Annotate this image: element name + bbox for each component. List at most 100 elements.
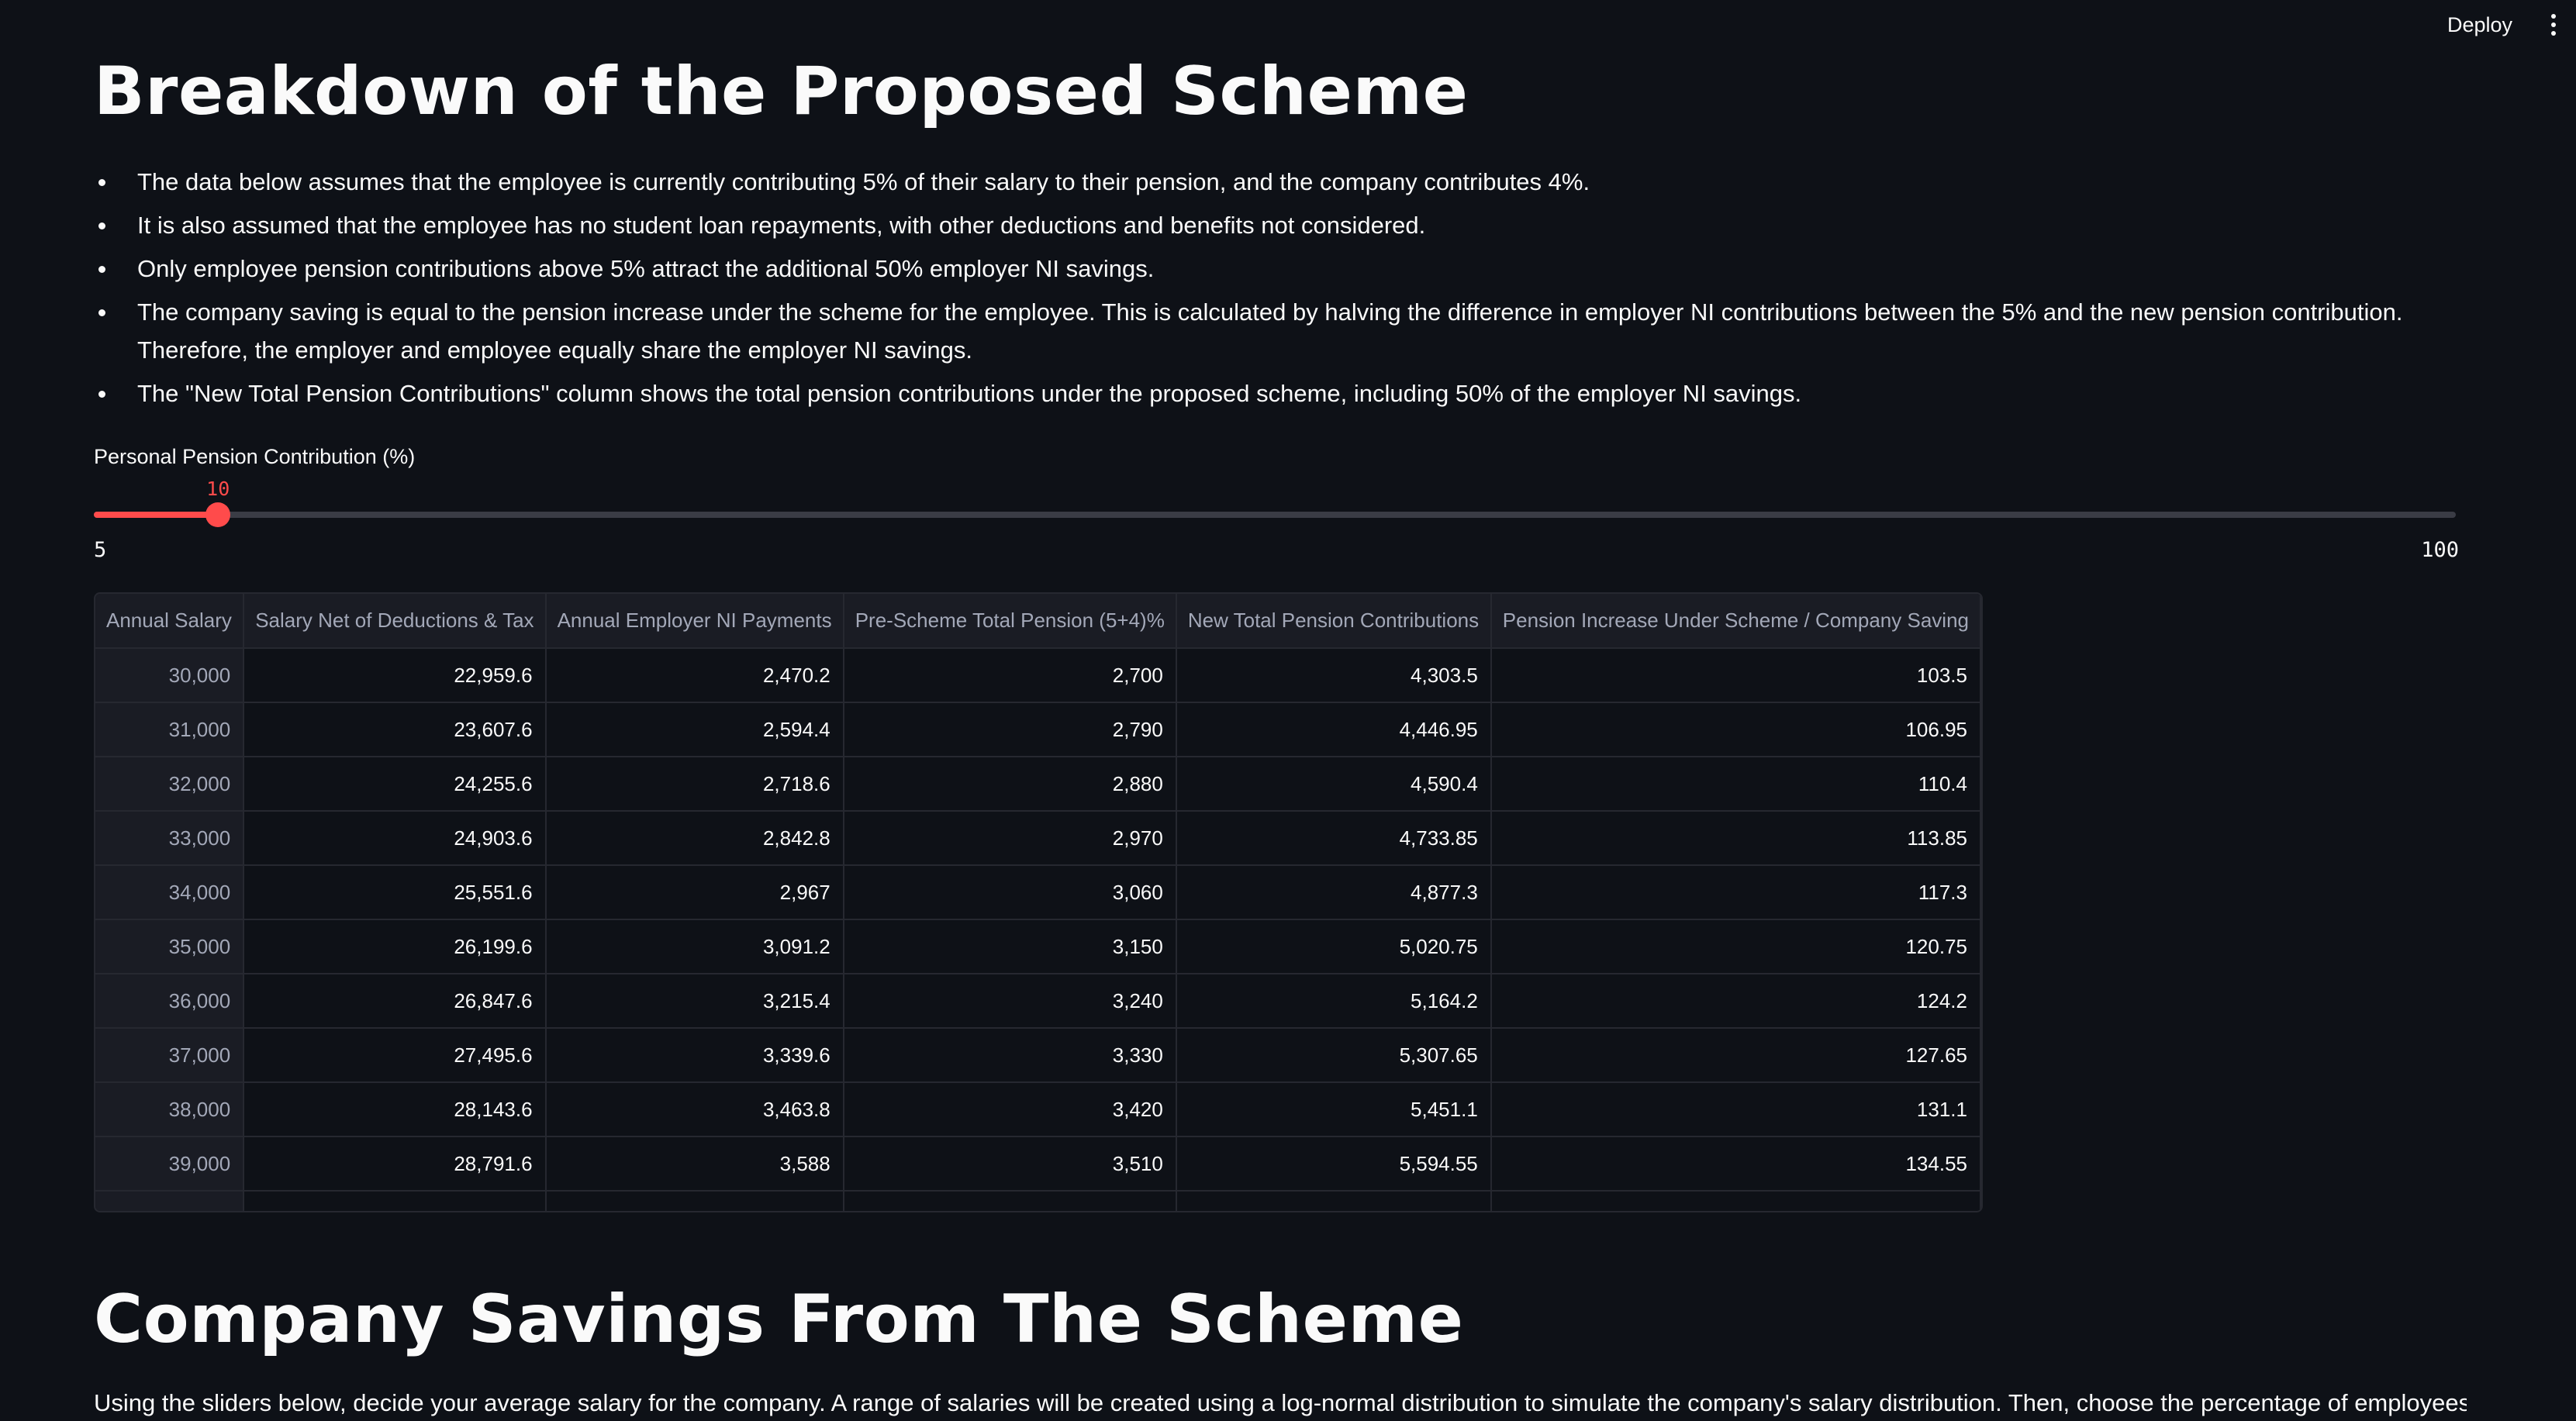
table-cell[interactable]: 5,020.75 <box>1176 919 1492 974</box>
table-cell[interactable]: 22,959.6 <box>243 648 547 703</box>
table-cell[interactable]: 2,718.6 <box>545 757 844 812</box>
row-index-cell[interactable]: 36,000 <box>95 974 245 1029</box>
breakdown-table[interactable]: Annual Salary Salary Net of Deductions &… <box>94 592 1983 1212</box>
row-index-cell[interactable]: 39,000 <box>95 1136 245 1192</box>
table-cell[interactable]: 2,967 <box>545 865 844 920</box>
table-cell[interactable]: 4,303.5 <box>1176 648 1492 703</box>
table-cell[interactable]: 2,790 <box>843 702 1177 757</box>
table-cell[interactable]: 127.65 <box>1490 1028 1981 1083</box>
table-cell[interactable]: 28,143.6 <box>243 1082 547 1137</box>
slider-fill <box>94 512 219 518</box>
row-index-cell[interactable]: 38,000 <box>95 1082 245 1137</box>
table-cell[interactable]: 2,700 <box>843 648 1177 703</box>
row-index-cell[interactable]: 34,000 <box>95 865 245 920</box>
table-cell[interactable]: 23,607.6 <box>243 702 547 757</box>
main-menu-icon[interactable] <box>2548 9 2559 40</box>
table-cell[interactable]: 134.55 <box>1490 1136 1981 1192</box>
table-cell[interactable]: 3,420 <box>843 1082 1177 1137</box>
row-index-cell[interactable]: 35,000 <box>95 919 245 974</box>
table-cell[interactable]: 131.1 <box>1490 1082 1981 1137</box>
table-cell <box>95 1191 245 1211</box>
table-cell[interactable]: 3,588 <box>545 1136 844 1192</box>
table-row: 30,000 22,959.6 2,470.2 2,700 4,303.5 103.5 <box>95 648 1981 703</box>
table-cell[interactable]: 24,255.6 <box>243 757 547 812</box>
pension-contribution-slider[interactable] <box>94 502 2456 527</box>
table-cell[interactable]: 3,330 <box>843 1028 1177 1083</box>
assumption-item: The data below assumes that the employee… <box>94 163 2459 201</box>
table-row: 38,000 28,143.6 3,463.8 3,420 5,451.1 131.1 <box>95 1082 1981 1137</box>
table-cell[interactable]: 103.5 <box>1490 648 1981 703</box>
table-cell[interactable]: 3,510 <box>843 1136 1177 1192</box>
row-index-cell[interactable]: 32,000 <box>95 757 245 812</box>
table-row: 33,000 24,903.6 2,842.8 2,970 4,733.85 113.85 <box>95 811 1981 866</box>
table-header-row: Annual Salary Salary Net of Deductions &… <box>95 594 1981 649</box>
table-cell[interactable]: 124.2 <box>1490 974 1981 1029</box>
table-cell[interactable]: 2,880 <box>843 757 1177 812</box>
slider-min-label: 5 <box>94 538 107 562</box>
column-header[interactable]: New Total Pension Contributions <box>1176 594 1492 649</box>
assumptions-list: The data below assumes that the employee… <box>94 163 2459 418</box>
table-cell[interactable]: 28,791.6 <box>243 1136 547 1192</box>
table-cell[interactable]: 110.4 <box>1490 757 1981 812</box>
deploy-button[interactable]: Deploy <box>2432 5 2528 45</box>
column-header[interactable]: Annual Salary <box>95 594 245 649</box>
slider-thumb[interactable] <box>205 502 231 527</box>
table-cell[interactable]: 120.75 <box>1490 919 1981 974</box>
row-index-cell[interactable]: 31,000 <box>95 702 245 757</box>
table-cell[interactable]: 2,970 <box>843 811 1177 866</box>
column-header[interactable]: Annual Employer NI Payments <box>545 594 844 649</box>
table-cell[interactable]: 25,551.6 <box>243 865 547 920</box>
table-row <box>95 1191 1981 1211</box>
row-index-cell[interactable]: 37,000 <box>95 1028 245 1083</box>
table-cell[interactable]: 2,842.8 <box>545 811 844 866</box>
table-cell <box>243 1191 547 1211</box>
slider-current-value: 10 <box>206 478 230 500</box>
table-cell[interactable]: 3,463.8 <box>545 1082 844 1137</box>
table-cell <box>1176 1191 1492 1211</box>
table-cell[interactable]: 26,199.6 <box>243 919 547 974</box>
table-cell[interactable]: 3,091.2 <box>545 919 844 974</box>
table-cell <box>1490 1191 1981 1211</box>
table-row: 39,000 28,791.6 3,588 3,510 5,594.55 134.55 <box>95 1136 1981 1192</box>
table-cell[interactable]: 27,495.6 <box>243 1028 547 1083</box>
table-cell[interactable]: 5,451.1 <box>1176 1082 1492 1137</box>
assumption-item: Only employee pension contributions abov… <box>94 250 2459 288</box>
table-cell[interactable]: 4,446.95 <box>1176 702 1492 757</box>
table-row: 31,000 23,607.6 2,594.4 2,790 4,446.95 106.95 <box>95 702 1981 757</box>
table-cell <box>843 1191 1177 1211</box>
table-cell[interactable]: 5,307.65 <box>1176 1028 1492 1083</box>
table-row: 37,000 27,495.6 3,339.6 3,330 5,307.65 127.65 <box>95 1028 1981 1083</box>
table-cell[interactable]: 2,470.2 <box>545 648 844 703</box>
table-cell[interactable]: 24,903.6 <box>243 811 547 866</box>
table-row: 32,000 24,255.6 2,718.6 2,880 4,590.4 110.4 <box>95 757 1981 812</box>
table-cell[interactable]: 4,877.3 <box>1176 865 1492 920</box>
table-cell[interactable]: 117.3 <box>1490 865 1981 920</box>
table-cell[interactable]: 3,240 <box>843 974 1177 1029</box>
section-title: Company Savings From The Scheme <box>94 1281 1464 1358</box>
slider-max-label: 100 <box>2421 538 2459 562</box>
table-cell[interactable]: 106.95 <box>1490 702 1981 757</box>
column-header[interactable]: Salary Net of Deductions & Tax <box>243 594 547 649</box>
table-cell[interactable]: 2,594.4 <box>545 702 844 757</box>
row-index-cell[interactable]: 30,000 <box>95 648 245 703</box>
column-header[interactable]: Pre-Scheme Total Pension (5+4)% <box>843 594 1177 649</box>
table-cell[interactable]: 3,150 <box>843 919 1177 974</box>
table-cell[interactable]: 4,590.4 <box>1176 757 1492 812</box>
page-title: Breakdown of the Proposed Scheme <box>94 53 1469 130</box>
table-cell[interactable]: 4,733.85 <box>1176 811 1492 866</box>
assumption-item: It is also assumed that the employee has… <box>94 206 2459 244</box>
assumption-item: The company saving is equal to the pensi… <box>94 293 2459 369</box>
table-cell[interactable]: 5,594.55 <box>1176 1136 1492 1192</box>
slider-label: Personal Pension Contribution (%) <box>94 445 416 468</box>
table-cell[interactable]: 3,339.6 <box>545 1028 844 1083</box>
assumption-item: The "New Total Pension Contributions" co… <box>94 374 2459 412</box>
table-cell[interactable]: 5,164.2 <box>1176 974 1492 1029</box>
table-cell[interactable]: 26,847.6 <box>243 974 547 1029</box>
top-bar: Deploy <box>0 0 2576 50</box>
column-header[interactable]: Pension Increase Under Scheme / Company … <box>1490 594 1981 649</box>
table-cell[interactable]: 3,215.4 <box>545 974 844 1029</box>
table-row: 36,000 26,847.6 3,215.4 3,240 5,164.2 124.2 <box>95 974 1981 1029</box>
table-cell[interactable]: 3,060 <box>843 865 1177 920</box>
row-index-cell[interactable]: 33,000 <box>95 811 245 866</box>
table-cell[interactable]: 113.85 <box>1490 811 1981 866</box>
